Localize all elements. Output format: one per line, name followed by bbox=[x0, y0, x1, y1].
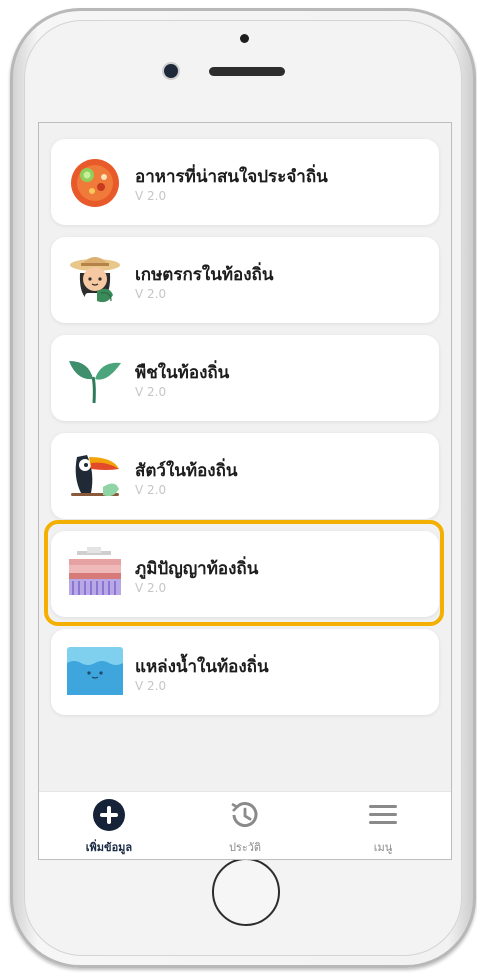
food-icon bbox=[71, 159, 119, 207]
sensor-dot bbox=[240, 34, 249, 43]
list-item-food[interactable]: อาหารที่น่าสนใจประจำถิ่น V 2.0 bbox=[51, 139, 439, 225]
item-version: V 2.0 bbox=[135, 189, 167, 203]
item-version: V 2.0 bbox=[135, 679, 167, 693]
front-camera bbox=[164, 64, 178, 78]
app-screen: อาหารที่น่าสนใจประจำถิ่น V 2.0 เกษตรกรใน… bbox=[38, 122, 452, 860]
item-title: สัตว์ในท้องถิ่น bbox=[135, 461, 238, 481]
item-title: แหล่งน้ำในท้องถิ่น bbox=[135, 657, 269, 677]
list-item-plant[interactable]: พืชในท้องถิ่น V 2.0 bbox=[51, 335, 439, 421]
tab-label: เมนู bbox=[373, 841, 393, 854]
tab-label: เพิ่มข้อมูล bbox=[85, 841, 133, 854]
add-circle-icon bbox=[93, 799, 125, 831]
list-item-water[interactable]: แหล่งน้ำในท้องถิ่น V 2.0 bbox=[51, 629, 439, 715]
earpiece-speaker bbox=[209, 67, 285, 76]
selection-highlight bbox=[44, 520, 444, 626]
item-title: อาหารที่น่าสนใจประจำถิ่น bbox=[135, 167, 328, 187]
home-button[interactable] bbox=[212, 858, 280, 926]
toucan-icon bbox=[71, 455, 119, 497]
item-version: V 2.0 bbox=[135, 483, 167, 497]
bottom-tab-bar: เพิ่มข้อมูล ประวัติ เมนู bbox=[39, 791, 451, 859]
menu-icon bbox=[369, 805, 397, 824]
tab-label: ประวัติ bbox=[228, 841, 262, 854]
farmer-icon bbox=[70, 257, 120, 305]
plant-icon bbox=[69, 361, 121, 404]
tab-add-data[interactable]: เพิ่มข้อมูล bbox=[59, 798, 159, 856]
list-item-animal[interactable]: สัตว์ในท้องถิ่น V 2.0 bbox=[51, 433, 439, 519]
item-title: เกษตรกรในท้องถิ่น bbox=[135, 265, 274, 285]
item-title: พืชในท้องถิ่น bbox=[135, 363, 230, 383]
item-version: V 2.0 bbox=[135, 385, 167, 399]
tab-menu[interactable]: เมนู bbox=[333, 798, 433, 856]
tab-history[interactable]: ประวัติ bbox=[195, 798, 295, 856]
history-icon bbox=[231, 802, 258, 828]
water-icon bbox=[67, 647, 123, 695]
item-version: V 2.0 bbox=[135, 287, 167, 301]
list-item-farmer[interactable]: เกษตรกรในท้องถิ่น V 2.0 bbox=[51, 237, 439, 323]
